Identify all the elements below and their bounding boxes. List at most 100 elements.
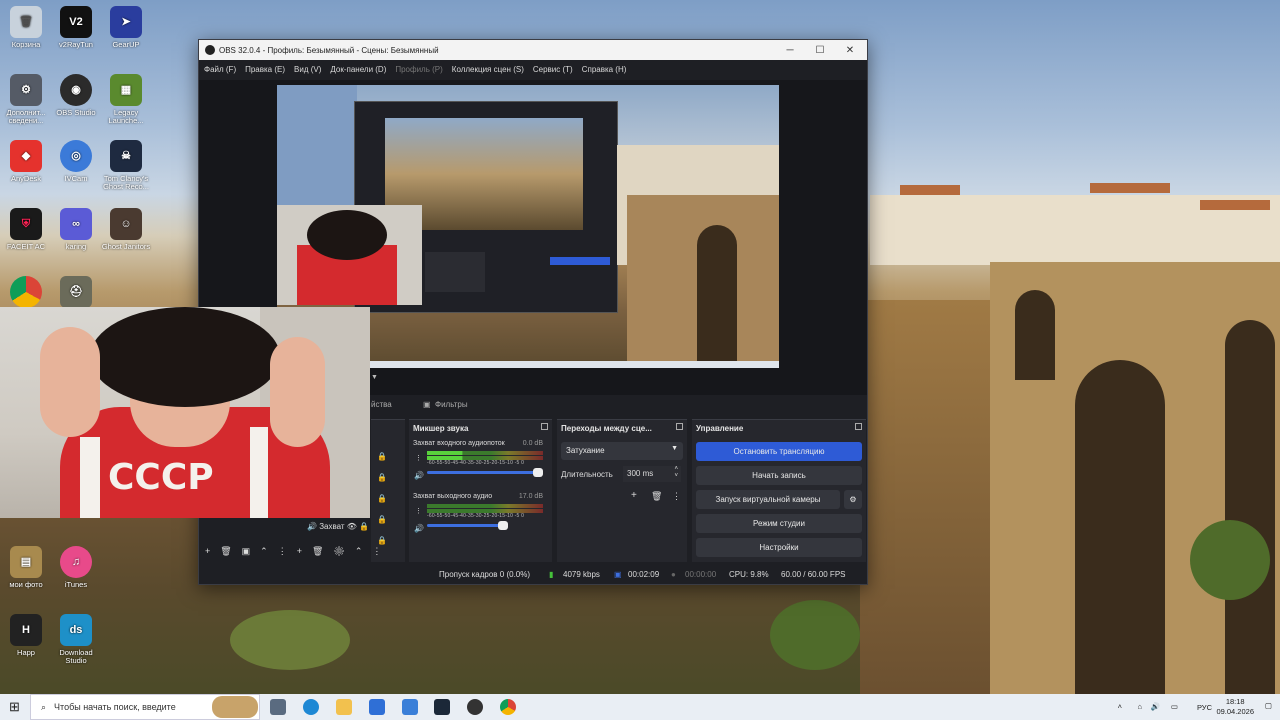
desktop-icon-label: Корзина [11,40,41,49]
tab-filters[interactable]: Фильтры [435,400,468,409]
mixer-channel-2: Захват выходного аудио 17.0 dB -60-55-50-… [413,493,543,533]
volume-meter [427,451,543,455]
shirt-stripe [80,437,100,518]
mixer-title: Микшер звука [409,420,552,436]
itunes-icon[interactable]: ♫ iTunes [50,546,102,589]
recycle-bin-icon[interactable]: 🗑 Корзина [0,6,52,49]
volume-meter [427,504,543,508]
ivcam-icon[interactable]: ◎ IVCam [50,140,102,183]
bush [770,600,860,670]
scene-toolbar[interactable]: +🗑▣⌃⋮+🗑⚙⌃⋮ [205,546,391,557]
start-record-button[interactable]: Начать запись [696,466,862,485]
controls-title: Управление [692,420,866,436]
shirt-lettering: СССР [108,457,214,498]
settings-button[interactable]: Настройки [696,538,862,557]
transition-select[interactable]: Затухание ▼ [561,442,683,460]
language-indicator[interactable]: РУС [1197,703,1212,712]
menu-help[interactable]: Справка (H) [582,65,627,74]
menu-profile[interactable]: Профиль (P) [395,65,442,74]
kebab-icon[interactable]: ⋮ [672,491,681,502]
delete-transition-icon[interactable]: 🗑 [651,491,662,502]
pubg-icon[interactable]: ⛑ [50,276,102,311]
dropdown-arrow-icon[interactable]: ▼ [371,374,378,381]
webcam-overlay: СССР [0,307,370,518]
edge-icon[interactable] [303,699,319,715]
kebab-icon[interactable]: ⋮ [415,507,422,515]
duration-label: Длительность [561,470,613,479]
menu-edit[interactable]: Правка (E) [245,65,285,74]
speaker-icon[interactable]: 🔊 [414,471,424,480]
store-icon[interactable] [369,699,385,715]
notifications-icon[interactable]: ▢ [1265,701,1272,710]
sources-dock: 🔒 🔒 🔒 🔒 🔒 [371,419,405,562]
download-studio-icon[interactable]: ds Download Studio [50,614,102,665]
duration-input[interactable]: 300 ms ˄ ˅ [623,466,681,482]
popout-icon[interactable] [676,423,683,430]
anydesk-icon[interactable]: ◆ AnyDesk [0,140,52,183]
explorer-icon[interactable] [336,699,352,715]
menu-docks[interactable]: Док-панели (D) [330,65,386,74]
channel-name: Захват выходного аудио [413,493,493,500]
my-photos-icon[interactable]: ▤ мои фото [0,546,52,589]
menu-file[interactable]: Файл (F) [204,65,236,74]
stop-stream-button[interactable]: Остановить трансляцию [696,442,862,461]
volume-slider[interactable] [427,521,509,530]
gearup-icon[interactable]: ➤ GearUP [100,6,152,49]
clock[interactable]: 18:18 09.04.2026 [1216,697,1254,717]
close-icon[interactable]: ✕ [835,40,865,60]
info-icon[interactable]: ⚙ Дополнит... сведени... [0,74,52,125]
steam-icon[interactable] [434,699,450,715]
minimize-icon[interactable]: ─ [775,40,805,60]
slider-knob[interactable] [533,468,543,477]
transitions-title: Переходы между сце... [557,420,687,436]
transition-selected: Затухание [566,446,605,455]
chrome-icon[interactable] [0,276,52,311]
stepper-icon[interactable]: ˄ ˅ [674,466,678,480]
menu-view[interactable]: Вид (V) [294,65,321,74]
chrome-taskbar-icon[interactable] [500,699,516,715]
volume-slider[interactable] [427,468,543,477]
virtual-camera-button[interactable]: Запуск виртуальной камеры [696,490,840,509]
transitions-title-text: Переходы между сце... [561,424,652,433]
happ-icon[interactable]: H Happ [0,614,52,657]
task-view-icon[interactable] [270,699,286,715]
source-item[interactable]: 🔊 Захват 👁 🔒 [307,522,369,531]
tab-properties[interactable]: йства [371,400,392,409]
popout-icon[interactable] [855,423,862,430]
add-transition-icon[interactable]: + [631,490,637,501]
maximize-icon[interactable]: ☐ [805,40,835,60]
windows-start-icon[interactable]: ⊞ [9,700,20,713]
faceit-icon[interactable]: ⛨ FACEIT AC [0,208,52,251]
studio-mode-button[interactable]: Режим студии [696,514,862,533]
obs-taskbar-icon[interactable] [467,699,483,715]
battery-icon[interactable]: ▭ [1171,702,1178,711]
gear-icon[interactable]: ⚙ [844,490,862,509]
ghost-recon-icon[interactable]: ☠ Tom Clancy's Ghost Reco... [100,140,152,191]
menu-scene-collection[interactable]: Коллекция сцен (S) [452,65,524,74]
popout-icon[interactable] [541,423,548,430]
chevron-up-icon[interactable]: ˄ [1118,702,1122,711]
karing-icon[interactable]: ∞ karing [50,208,102,251]
kebab-icon[interactable]: ⋮ [415,454,422,462]
volume-icon[interactable]: 🔊 [1151,702,1160,711]
network-icon[interactable]: ⌂ [1137,702,1142,711]
obs-studio-icon[interactable]: ◉ OBS Studio [50,74,102,117]
bridge-arch [1225,320,1275,694]
desktop-icon-label: iTunes [64,580,88,589]
nested-taskbar [367,361,779,368]
desktop-icon-label: FACEIT AC [6,242,46,251]
meter-scale: -60-55-50-45-40-35-30-25-20-15-10 -5 0 [427,513,525,519]
ghost-janitors-icon[interactable]: ☺ Ghost Janitors [100,208,152,251]
obs-titlebar[interactable]: OBS 32.0.4 - Профиль: Безымянный - Сцены… [199,40,867,60]
outlook-icon[interactable] [402,699,418,715]
legacy-launcher-icon[interactable]: ▦ Legacy Launche... [100,74,152,125]
desktop-icon-label: мои фото [9,580,43,589]
bush [1190,520,1270,600]
slider-knob[interactable] [498,521,509,530]
v2raytun-icon[interactable]: V2 v2RayTun [50,6,102,49]
menu-tools[interactable]: Сервис (T) [533,65,573,74]
window-title: OBS 32.0.4 - Профиль: Безымянный - Сцены… [219,45,439,55]
speaker-icon[interactable]: 🔊 [414,524,424,533]
chevron-down-icon: ▼ [671,445,678,452]
controls-title-text: Управление [696,424,744,433]
